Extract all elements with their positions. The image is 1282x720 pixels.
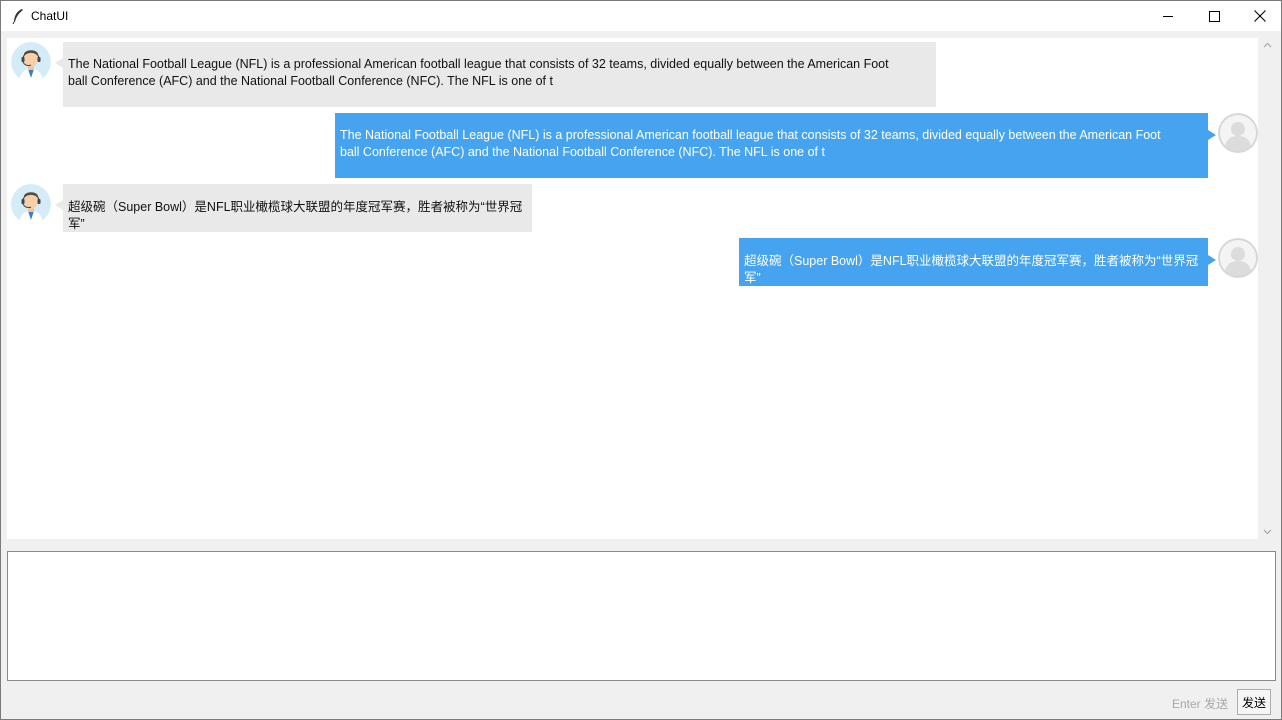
scroll-down-arrow-icon[interactable]: [1263, 527, 1272, 536]
message-line: 超级碗（Super Bowl）是NFL职业橄榄球大联盟的年度冠军赛，胜者被称为“…: [744, 254, 1199, 285]
bubble-tail: [55, 200, 63, 210]
enter-to-send-hint: Enter 发送: [1172, 697, 1229, 711]
user-avatar: [1218, 113, 1258, 153]
message-bubble-user[interactable]: The National Football League (NFL) is a …: [335, 113, 1208, 178]
message-line: 超级碗（Super Bowl）是NFL职业橄榄球大联盟的年度冠军赛，胜者被称为“…: [68, 200, 523, 231]
message-bubble-user[interactable]: 超级碗（Super Bowl）是NFL职业橄榄球大联盟的年度冠军赛，胜者被称为“…: [739, 238, 1208, 286]
message-line: The National Football League (NFL) is a …: [340, 128, 1161, 142]
chat-scrollbar[interactable]: [1259, 38, 1276, 539]
message-bubble-bot[interactable]: The National Football League (NFL) is a …: [63, 42, 936, 107]
send-button[interactable]: 发送: [1237, 689, 1271, 715]
message-line: ball Conference (AFC) and the National F…: [68, 74, 553, 88]
bubble-tail: [55, 58, 63, 68]
chat-history[interactable]: The National Football League (NFL) is a …: [7, 38, 1258, 539]
feather-icon: [11, 8, 25, 25]
minimize-icon: [1162, 15, 1173, 17]
scroll-up-arrow-icon[interactable]: [1263, 41, 1272, 50]
close-button[interactable]: [1237, 1, 1281, 31]
user-avatar: [1218, 238, 1258, 278]
minimize-button[interactable]: [1145, 1, 1191, 31]
bot-avatar: [11, 184, 51, 224]
chat-window: ChatUI The National Football League (NFL…: [0, 0, 1282, 720]
title-bar: ChatUI: [1, 1, 1281, 31]
message-bubble-bot[interactable]: 超级碗（Super Bowl）是NFL职业橄榄球大联盟的年度冠军赛，胜者被称为“…: [63, 184, 532, 232]
message-line: ball Conference (AFC) and the National F…: [340, 145, 825, 159]
maximize-icon: [1208, 10, 1220, 22]
message-line: The National Football League (NFL) is a …: [68, 57, 889, 71]
bubble-tail: [1208, 255, 1216, 265]
window-title: ChatUI: [31, 9, 69, 23]
bot-avatar: [11, 42, 51, 82]
message-input[interactable]: [7, 551, 1276, 681]
bubble-tail: [1208, 130, 1216, 140]
maximize-button[interactable]: [1191, 1, 1237, 31]
close-icon: [1254, 10, 1266, 22]
